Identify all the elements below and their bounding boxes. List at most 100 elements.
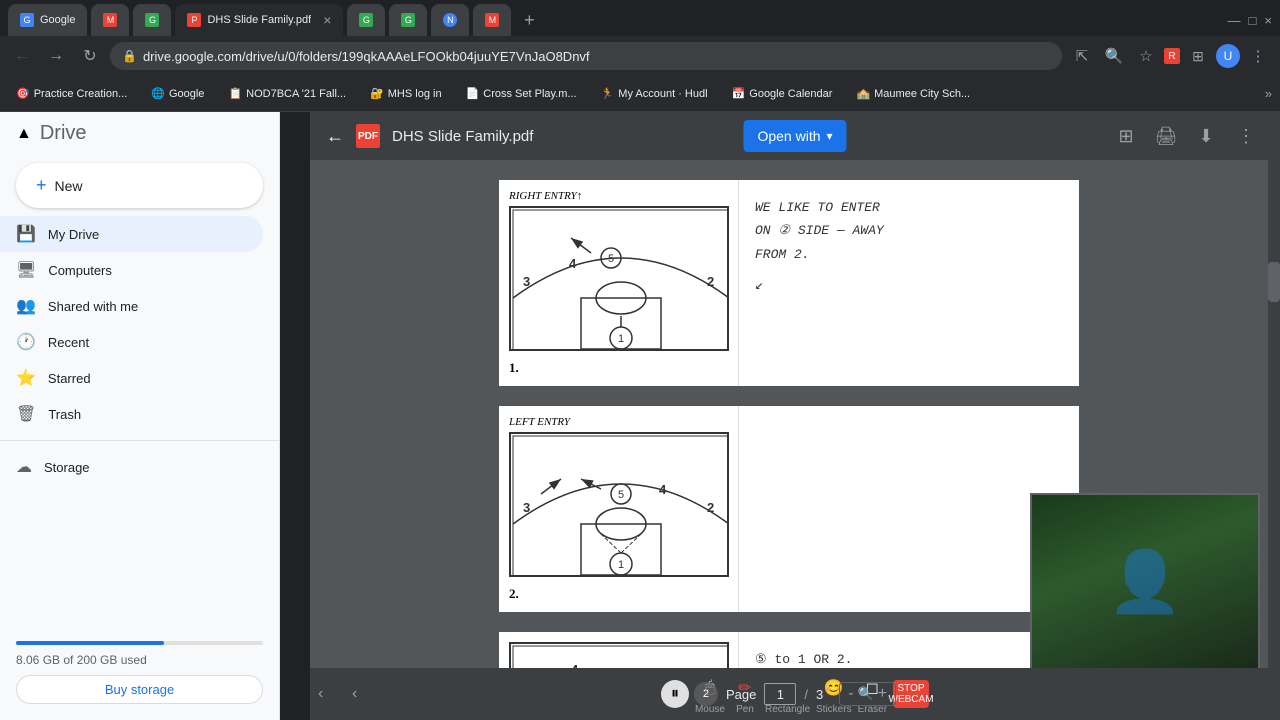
prev-page-button[interactable]: ‹ — [318, 685, 323, 703]
bookmark-google[interactable]: 🌐 Google — [143, 85, 212, 102]
tab-7[interactable]: N — [431, 4, 469, 36]
more-options-button[interactable]: ⋮ — [1228, 118, 1264, 154]
webcam-overlay: 👤 — [1030, 493, 1260, 668]
sidebar-item-recent[interactable]: 🕐 Recent — [0, 324, 263, 360]
tab-7-favicon: N — [443, 13, 457, 27]
sidebar-item-storage-label: Storage — [44, 460, 90, 475]
page-1-diagram-area: RIGHT ENTRY↑ 3 2 — [499, 180, 739, 386]
bookmark-nod-icon: 📋 — [228, 87, 242, 100]
storage-section: 8.06 GB of 200 GB used Buy storage — [0, 625, 279, 720]
buy-storage-button[interactable]: Buy storage — [16, 675, 263, 704]
star-button[interactable]: ☆ — [1132, 42, 1160, 70]
page-number-input[interactable] — [764, 683, 796, 705]
pdf-page-3: 3 4 2 5 1 — [499, 632, 1079, 668]
bookmark-google-label: Google — [169, 88, 204, 100]
bookmark-hudl[interactable]: 🏃 My Account · Hudl — [593, 85, 716, 102]
tab-1-favicon: G — [20, 13, 34, 27]
zoom-out-button[interactable]: - — [848, 685, 853, 703]
scrollbar-thumb[interactable] — [1268, 262, 1280, 302]
bookmark-calendar-icon: 📅 — [732, 87, 746, 100]
my-drive-icon: 💾 — [16, 224, 36, 244]
svg-text:3: 3 — [523, 500, 530, 515]
tab-1[interactable]: G Google — [8, 4, 87, 36]
tab-6[interactable]: G — [389, 4, 427, 36]
webcam-tool[interactable]: STOP WEBCAM — [893, 680, 929, 708]
page-3-notes: ⑤ to 1 OR 2. — [739, 632, 1079, 668]
tab-close[interactable]: × — [323, 12, 331, 28]
sidebar-item-storage[interactable]: ☁ Storage — [0, 449, 263, 485]
tab-3[interactable]: G — [133, 4, 171, 36]
pdf-back-button[interactable]: ← — [326, 126, 344, 147]
sidebar-item-my-drive-label: My Drive — [48, 227, 99, 242]
print-button[interactable]: 🖨 — [1148, 118, 1184, 154]
webcam-tool-icon: STOP WEBCAM — [893, 680, 929, 708]
page-1-notes: WE LIKE TO ENTER ON ② SIDE — AWAY FROM 2… — [739, 180, 1079, 386]
new-button-icon: + — [36, 175, 47, 196]
basketball-diagram-1: 3 2 4 5 1 — [509, 206, 729, 351]
sidebar-item-shared[interactable]: 👥 Shared with me — [0, 288, 263, 324]
bookmark-calendar-label: Google Calendar — [749, 88, 832, 100]
more-button[interactable]: ⋮ — [1244, 42, 1272, 70]
tab-active-label: DHS Slide Family.pdf — [207, 14, 311, 26]
zoom-controls: - 🔍 + — [839, 682, 896, 706]
address-bar[interactable]: 🔒 drive.google.com/drive/u/0/folders/199… — [110, 42, 1062, 70]
bookmark-hudl-icon: 🏃 — [601, 87, 615, 100]
close-button[interactable]: × — [1264, 13, 1272, 28]
reload-button[interactable]: ↻ — [76, 42, 104, 70]
page-label: Page — [726, 687, 756, 702]
forward-button[interactable]: → — [42, 42, 70, 70]
expand-left-button[interactable]: ‹ — [352, 685, 357, 703]
open-with-button[interactable]: Open with ▾ — [743, 120, 846, 152]
new-tab-button[interactable]: + — [515, 6, 543, 34]
bookmark-calendar[interactable]: 📅 Google Calendar — [724, 85, 841, 102]
pause-tool[interactable]: ⏸ — [661, 680, 689, 708]
diagram-1-label: RIGHT ENTRY↑ — [509, 190, 728, 202]
bookmark-hudl-label: My Account · Hudl — [618, 88, 707, 100]
bookmark-nod[interactable]: 📋 NOD7BCA '21 Fall... — [220, 85, 354, 102]
open-with-arrow-icon: ▾ — [827, 129, 833, 143]
sidebar-item-trash[interactable]: 🗑 Trash — [0, 396, 263, 432]
basketball-diagram-2: 3 2 4 5 1 — [509, 432, 729, 577]
tab-2[interactable]: M — [91, 4, 129, 36]
tab-active[interactable]: P DHS Slide Family.pdf × — [175, 4, 343, 36]
svg-text:2: 2 — [707, 500, 714, 515]
pdf-viewer: ← PDF DHS Slide Family.pdf Open with ▾ ⊞… — [310, 112, 1280, 720]
sidebar-item-computers[interactable]: 🖥 Computers — [0, 252, 263, 288]
tab-8[interactable]: M — [473, 4, 511, 36]
extension-1[interactable]: R — [1164, 48, 1180, 64]
tab-active-favicon: P — [187, 13, 201, 27]
address-text: drive.google.com/drive/u/0/folders/199qk… — [143, 49, 1050, 64]
bookmark-cross[interactable]: 📄 Cross Set Play.m... — [458, 85, 585, 102]
page-navigation: 2 Page / 3 - 🔍 + — [694, 682, 896, 706]
extension-2[interactable]: ⊞ — [1184, 42, 1212, 70]
page-separator: / — [804, 687, 808, 702]
user-avatar[interactable]: U — [1216, 44, 1240, 68]
back-button[interactable]: ← — [8, 42, 36, 70]
drive-header: ▲ Drive — [0, 112, 279, 155]
maximize-button[interactable]: □ — [1249, 13, 1257, 28]
bookmark-mhs-label: MHS log in — [388, 88, 442, 100]
download-button[interactable]: ⬇ — [1188, 118, 1224, 154]
bookmarks-more[interactable]: » — [1265, 86, 1272, 101]
sidebar-item-my-drive[interactable]: 💾 My Drive — [0, 216, 263, 252]
sidebar-divider — [0, 440, 279, 441]
tab-5[interactable]: G — [347, 4, 385, 36]
pdf-scrollbar[interactable] — [1268, 160, 1280, 668]
bookmark-maumee[interactable]: 🏫 Maumee City Sch... — [848, 85, 978, 102]
sidebar-item-starred[interactable]: ⭐ Starred — [0, 360, 263, 396]
search-button[interactable]: 🔍 — [1100, 42, 1128, 70]
new-button[interactable]: + New — [16, 163, 263, 208]
sidebar-item-computers-label: Computers — [48, 263, 112, 278]
pause-icon: ⏸ — [661, 680, 689, 708]
pdf-bottom-bar: ‹ ⏸ 🖱 Mouse ✏ Pen ▭ — [310, 668, 1280, 720]
bookmark-practice[interactable]: 🎯 Practice Creation... — [8, 85, 135, 102]
sidebar-item-trash-label: Trash — [48, 407, 81, 422]
grid-view-button[interactable]: ⊞ — [1108, 118, 1144, 154]
cast-button[interactable]: ⇱ — [1068, 42, 1096, 70]
bookmark-mhs[interactable]: 🔐 MHS log in — [362, 85, 450, 102]
tab-5-favicon: G — [359, 13, 373, 27]
minimize-button[interactable]: — — [1228, 13, 1241, 28]
zoom-in-button[interactable]: + — [878, 685, 887, 703]
page-2-notes — [739, 406, 1079, 612]
svg-text:1: 1 — [618, 333, 624, 345]
